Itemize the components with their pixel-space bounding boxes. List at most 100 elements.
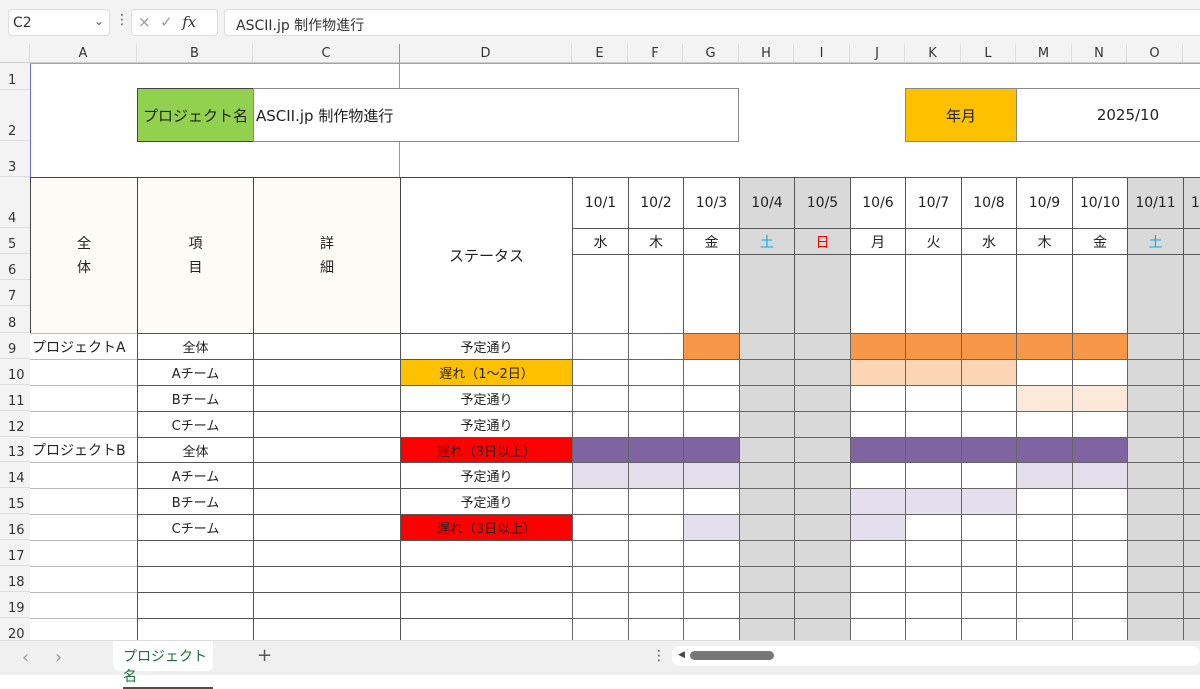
- status-cell[interactable]: [400, 566, 573, 593]
- chevron-down-icon[interactable]: ⌄: [94, 14, 104, 28]
- gantt-cell[interactable]: [794, 566, 851, 593]
- gantt-cell[interactable]: [1183, 437, 1200, 463]
- sheet-tab-active[interactable]: プロジェクト名: [113, 641, 213, 689]
- gantt-cell[interactable]: [794, 540, 851, 567]
- project-cell[interactable]: [30, 618, 138, 640]
- gantt-bar-cell[interactable]: [1016, 385, 1073, 412]
- column-header-E[interactable]: E: [572, 44, 628, 63]
- gantt-cell[interactable]: [739, 540, 795, 567]
- column-header-N[interactable]: N: [1072, 44, 1127, 63]
- gantt-cell[interactable]: [1183, 592, 1200, 619]
- gantt-cell[interactable]: [961, 592, 1017, 619]
- gantt-bar-cell[interactable]: [961, 359, 1017, 386]
- gantt-bar-cell[interactable]: [572, 437, 629, 463]
- item-cell[interactable]: 全体: [137, 333, 254, 360]
- gantt-cell[interactable]: [1016, 411, 1073, 438]
- gantt-bar-cell[interactable]: [850, 333, 906, 360]
- status-cell[interactable]: 遅れ（3日以上）: [400, 514, 573, 541]
- row-header-17[interactable]: 17: [0, 540, 30, 566]
- gantt-cell[interactable]: [683, 540, 740, 567]
- row-header-14[interactable]: 14: [0, 462, 30, 488]
- gantt-bar-cell[interactable]: [683, 437, 740, 463]
- gantt-bar-cell[interactable]: [905, 333, 962, 360]
- gantt-cell[interactable]: [850, 618, 906, 640]
- project-cell[interactable]: [30, 488, 138, 515]
- gantt-bar-cell[interactable]: [1016, 462, 1073, 489]
- project-cell[interactable]: [30, 592, 138, 619]
- name-box[interactable]: C2 ⌄: [8, 9, 110, 36]
- gantt-bar-cell[interactable]: [1072, 462, 1128, 489]
- more-icon[interactable]: ⋮: [652, 648, 666, 664]
- item-cell[interactable]: Cチーム: [137, 514, 254, 541]
- gantt-cell[interactable]: [1127, 540, 1184, 567]
- gantt-cell[interactable]: [850, 592, 906, 619]
- detail-cell[interactable]: [253, 462, 401, 489]
- item-cell[interactable]: Aチーム: [137, 462, 254, 489]
- row-header-9[interactable]: 9: [0, 333, 30, 359]
- gantt-cell[interactable]: [1127, 592, 1184, 619]
- more-options-icon[interactable]: ⋮: [115, 12, 129, 28]
- gantt-cell[interactable]: [572, 514, 629, 541]
- gantt-cell[interactable]: [572, 333, 629, 360]
- gantt-cell[interactable]: [961, 514, 1017, 541]
- gantt-cell[interactable]: [739, 359, 795, 386]
- gantt-cell[interactable]: [1127, 385, 1184, 412]
- gantt-cell[interactable]: [1183, 566, 1200, 593]
- column-header-H[interactable]: H: [739, 44, 794, 63]
- column-header-partial[interactable]: [1183, 44, 1200, 63]
- row-header-10[interactable]: 10: [0, 359, 30, 385]
- scroll-left-icon[interactable]: ◀: [678, 650, 685, 660]
- status-cell[interactable]: 予定通り: [400, 488, 573, 515]
- project-cell[interactable]: [30, 462, 138, 489]
- gantt-cell[interactable]: [1183, 411, 1200, 438]
- detail-cell[interactable]: [253, 592, 401, 619]
- select-all-corner[interactable]: [0, 44, 30, 63]
- gantt-cell[interactable]: [1016, 540, 1073, 567]
- gantt-cell[interactable]: [905, 540, 962, 567]
- gantt-cell[interactable]: [1183, 385, 1200, 412]
- gantt-cell[interactable]: [905, 462, 962, 489]
- detail-cell[interactable]: [253, 540, 401, 567]
- gantt-cell[interactable]: [1016, 592, 1073, 619]
- spreadsheet-grid[interactable]: A B C D E F G H I J K L M N O 1 2 3 4 5 6 7 8 9 10 11 12 13 14 15 16 17…: [0, 44, 1200, 640]
- gantt-cell[interactable]: [905, 566, 962, 593]
- gantt-cell[interactable]: [794, 411, 851, 438]
- row-header-6[interactable]: 6: [0, 254, 30, 280]
- detail-cell[interactable]: [253, 359, 401, 386]
- gantt-cell[interactable]: [1127, 618, 1184, 640]
- status-cell[interactable]: 予定通り: [400, 462, 573, 489]
- gantt-cell[interactable]: [905, 618, 962, 640]
- gantt-cell[interactable]: [794, 359, 851, 386]
- gantt-cell[interactable]: [850, 462, 906, 489]
- gantt-bar-cell[interactable]: [905, 359, 962, 386]
- next-sheet-icon[interactable]: ›: [55, 647, 62, 668]
- gantt-cell[interactable]: [794, 462, 851, 489]
- column-header-L[interactable]: L: [961, 44, 1016, 63]
- gantt-cell[interactable]: [850, 566, 906, 593]
- status-cell[interactable]: 予定通り: [400, 385, 573, 412]
- gantt-cell[interactable]: [572, 411, 629, 438]
- gantt-cell[interactable]: [572, 566, 629, 593]
- horizontal-scrollbar[interactable]: ◀: [672, 646, 1200, 666]
- gantt-cell[interactable]: [683, 411, 740, 438]
- gantt-cell[interactable]: [1127, 411, 1184, 438]
- gantt-cell[interactable]: [739, 385, 795, 412]
- gantt-cell[interactable]: [1016, 618, 1073, 640]
- row-header-5[interactable]: 5: [0, 228, 30, 254]
- gantt-cell[interactable]: [628, 592, 684, 619]
- gantt-cell[interactable]: [572, 385, 629, 412]
- gantt-cell[interactable]: [794, 618, 851, 640]
- gantt-cell[interactable]: [1127, 566, 1184, 593]
- status-cell[interactable]: 遅れ（3日以上）: [400, 437, 573, 463]
- gantt-cell[interactable]: [1072, 566, 1128, 593]
- detail-cell[interactable]: [253, 437, 401, 463]
- item-cell[interactable]: Aチーム: [137, 359, 254, 386]
- detail-cell[interactable]: [253, 618, 401, 640]
- gantt-bar-cell[interactable]: [850, 488, 906, 515]
- gantt-cell[interactable]: [1072, 488, 1128, 515]
- detail-cell[interactable]: [253, 514, 401, 541]
- project-cell[interactable]: [30, 359, 138, 386]
- gantt-cell[interactable]: [739, 333, 795, 360]
- gantt-cell[interactable]: [1183, 514, 1200, 541]
- gantt-cell[interactable]: [1183, 359, 1200, 386]
